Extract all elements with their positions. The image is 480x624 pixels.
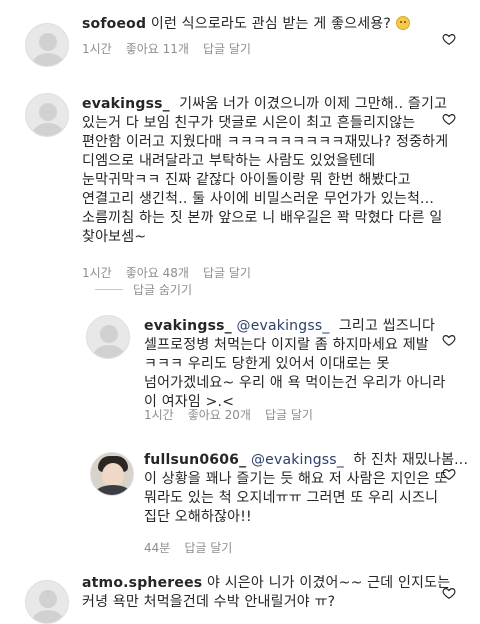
comment-line: 뭐라도 있는 척 오지네ㅠㅠ 그러면 또 우리 시즈니: [144, 490, 439, 506]
reply-button[interactable]: 답글 달기: [203, 266, 251, 280]
comment-line: 기싸움 너가 이겼으니까 이제 그만해.. 즐기고: [179, 96, 448, 112]
replies-divider: [95, 289, 123, 290]
comment-line: ㅋㅋㅋ 우리도 당한게 있어서 이대로는 못: [144, 356, 390, 372]
comment-meta: 1시간 좋아요 48개 답글 달기: [82, 264, 265, 281]
comment-line: 디엠으로 내려달라고 부탁하는 사람도 있었을텐데: [82, 153, 376, 169]
heart-icon[interactable]: [442, 32, 456, 46]
comment-line: 집단 오해하잖아!!: [144, 509, 252, 525]
comment-username[interactable]: fullsun0606_: [144, 452, 246, 468]
comment-line: 야 시은아 니가 이겼어~~ 근데 인지도는: [206, 575, 451, 591]
hide-replies-button[interactable]: 답글 숨기기: [133, 281, 192, 298]
comment-meta: 1시간 좋아요 11개 답글 달기: [82, 40, 265, 57]
comment-line: 커녕 욕만 처먹을건데 수박 안내릴거야 ㅠ?: [82, 594, 336, 610]
comment-username[interactable]: sofoeod: [82, 16, 146, 32]
comment-time: 1시간: [82, 42, 112, 56]
comment-time: 44분: [144, 541, 171, 555]
reply-button[interactable]: 답글 달기: [184, 541, 232, 555]
comment-line: 하 진차 재밌나봄...: [353, 452, 469, 468]
comment-time: 1시간: [144, 408, 174, 422]
comment-username[interactable]: atmo.spherees: [82, 575, 202, 591]
avatar[interactable]: [25, 580, 69, 624]
comment-text: fullsun0606_ @evakingss_ 하 진차 재밌나봄...: [144, 451, 468, 470]
avatar[interactable]: [90, 452, 134, 496]
heart-icon[interactable]: [442, 586, 456, 600]
comment-line: 편안함 이러고 지웠다매 ㅋㅋㅋㅋㅋㅋㅋㅋㅋ재밌나? 정중하게: [82, 134, 449, 150]
avatar[interactable]: [86, 315, 130, 359]
comment-meta: 44분 답글 달기: [144, 539, 246, 556]
likes-count[interactable]: 좋아요 11개: [126, 42, 189, 56]
comment-text: sofoeod 이런 식으로라도 관심 받는 게 좋으세용?: [82, 15, 410, 34]
comment-text: evakingss_ @evakingss_ 그리고 씹즈니다: [144, 317, 435, 336]
comment-line: 넘어가겠네요~ 우리 애 욕 먹이는건 우리가 아니라: [144, 375, 446, 391]
worried-face-emoji: [395, 16, 410, 30]
comment-meta: 1시간 좋아요 20개 답글 달기: [144, 406, 327, 423]
comment-text: evakingss_ 기싸움 너가 이겼으니까 이제 그만해.. 즐기고: [82, 95, 447, 114]
comment-text: atmo.spherees 야 시은아 니가 이겼어~~ 근데 인지도는: [82, 574, 450, 593]
likes-count[interactable]: 좋아요 20개: [188, 408, 251, 422]
reply-button[interactable]: 답글 달기: [203, 42, 251, 56]
heart-icon[interactable]: [442, 112, 456, 126]
comment-line: 눈막귀막ㅋㅋ 진짜 같잖다 아이돌이랑 뭐 한번 해봤다고: [82, 172, 411, 188]
mention-link[interactable]: @evakingss_: [237, 318, 330, 334]
comment-line: 이 상황을 꽤나 즐기는 듯 해요 저 사람은 지인은 또: [144, 471, 448, 487]
comment-line: 이런 식으로라도 관심 받는 게 좋으세용?: [150, 16, 392, 32]
comment-line: 셀프로정병 처먹는다 이지랄 좀 하지마세요 제발: [144, 337, 429, 353]
comment-line: 찾아보셈~: [82, 229, 147, 245]
likes-count[interactable]: 좋아요 48개: [126, 266, 189, 280]
heart-icon[interactable]: [442, 333, 456, 347]
reply-button[interactable]: 답글 달기: [265, 408, 313, 422]
comment-time: 1시간: [82, 266, 112, 280]
comment-line: 연결고리 생긴척.. 둘 사이에 비밀스러운 무언가가 있는척...: [82, 191, 434, 207]
avatar[interactable]: [25, 93, 69, 137]
comment-line: 있는거 다 보임 친구가 댓글로 시은이 최고 흔들리지않는: [82, 115, 416, 131]
comment-username[interactable]: evakingss_: [82, 96, 170, 112]
comment-line: 그리고 씹즈니다: [338, 318, 436, 334]
mention-link[interactable]: @evakingss_: [251, 452, 344, 468]
comment-username[interactable]: evakingss_: [144, 318, 232, 334]
avatar[interactable]: [25, 23, 69, 67]
heart-icon[interactable]: [442, 467, 456, 481]
comment-line: 소름끼침 하는 짓 본까 앞으로 니 배우길은 꽉 막혔다 다른 일: [82, 210, 443, 226]
